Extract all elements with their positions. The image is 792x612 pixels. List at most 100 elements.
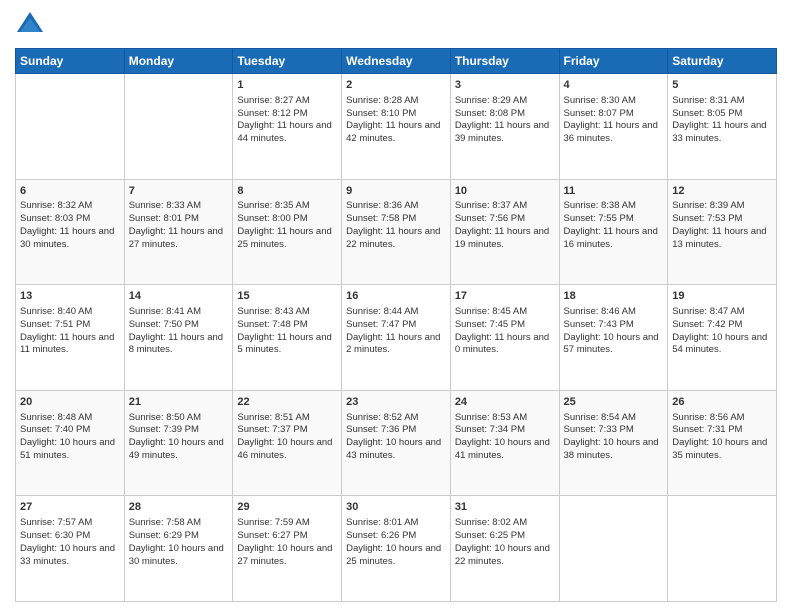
cal-cell: 11Sunrise: 8:38 AMSunset: 7:55 PMDayligh…	[559, 179, 668, 285]
sunrise: Sunrise: 8:39 AM	[672, 200, 744, 211]
sunset: Sunset: 7:56 PM	[455, 213, 525, 224]
cal-cell: 24Sunrise: 8:53 AMSunset: 7:34 PMDayligh…	[450, 390, 559, 496]
sunrise: Sunrise: 8:30 AM	[564, 95, 636, 106]
daylight: Daylight: 10 hours and 57 minutes.	[564, 332, 659, 356]
cal-cell: 16Sunrise: 8:44 AMSunset: 7:47 PMDayligh…	[342, 285, 451, 391]
day-number: 10	[455, 184, 555, 199]
sunset: Sunset: 7:36 PM	[346, 424, 416, 435]
sunrise: Sunrise: 8:40 AM	[20, 306, 92, 317]
sunset: Sunset: 8:05 PM	[672, 108, 742, 119]
page: SundayMondayTuesdayWednesdayThursdayFrid…	[0, 0, 792, 612]
sunset: Sunset: 7:34 PM	[455, 424, 525, 435]
sunrise: Sunrise: 8:32 AM	[20, 200, 92, 211]
day-number: 19	[672, 289, 772, 304]
cal-cell: 9Sunrise: 8:36 AMSunset: 7:58 PMDaylight…	[342, 179, 451, 285]
sunset: Sunset: 7:47 PM	[346, 319, 416, 330]
sunset: Sunset: 7:53 PM	[672, 213, 742, 224]
daylight: Daylight: 10 hours and 30 minutes.	[129, 543, 224, 567]
sunrise: Sunrise: 8:41 AM	[129, 306, 201, 317]
col-header-saturday: Saturday	[668, 49, 777, 74]
sunrise: Sunrise: 7:57 AM	[20, 517, 92, 528]
daylight: Daylight: 11 hours and 2 minutes.	[346, 332, 440, 356]
sunrise: Sunrise: 8:46 AM	[564, 306, 636, 317]
sunrise: Sunrise: 8:44 AM	[346, 306, 418, 317]
daylight: Daylight: 11 hours and 5 minutes.	[237, 332, 331, 356]
day-number: 5	[672, 78, 772, 93]
sunrise: Sunrise: 8:45 AM	[455, 306, 527, 317]
sunset: Sunset: 7:37 PM	[237, 424, 307, 435]
cal-cell: 28Sunrise: 7:58 AMSunset: 6:29 PMDayligh…	[124, 496, 233, 602]
col-header-monday: Monday	[124, 49, 233, 74]
day-number: 23	[346, 395, 446, 410]
sunrise: Sunrise: 8:37 AM	[455, 200, 527, 211]
cal-cell: 25Sunrise: 8:54 AMSunset: 7:33 PMDayligh…	[559, 390, 668, 496]
day-number: 20	[20, 395, 120, 410]
sunrise: Sunrise: 8:02 AM	[455, 517, 527, 528]
sunrise: Sunrise: 8:01 AM	[346, 517, 418, 528]
cal-cell: 29Sunrise: 7:59 AMSunset: 6:27 PMDayligh…	[233, 496, 342, 602]
cal-cell	[124, 74, 233, 180]
daylight: Daylight: 11 hours and 42 minutes.	[346, 120, 440, 144]
day-number: 12	[672, 184, 772, 199]
sunset: Sunset: 7:39 PM	[129, 424, 199, 435]
sunrise: Sunrise: 7:58 AM	[129, 517, 201, 528]
sunrise: Sunrise: 8:38 AM	[564, 200, 636, 211]
cal-cell: 1Sunrise: 8:27 AMSunset: 8:12 PMDaylight…	[233, 74, 342, 180]
sunrise: Sunrise: 8:53 AM	[455, 412, 527, 423]
header	[15, 10, 777, 40]
daylight: Daylight: 10 hours and 35 minutes.	[672, 437, 767, 461]
sunset: Sunset: 8:03 PM	[20, 213, 90, 224]
daylight: Daylight: 10 hours and 41 minutes.	[455, 437, 550, 461]
day-number: 28	[129, 500, 229, 515]
cal-cell	[668, 496, 777, 602]
cal-cell: 2Sunrise: 8:28 AMSunset: 8:10 PMDaylight…	[342, 74, 451, 180]
sunrise: Sunrise: 8:27 AM	[237, 95, 309, 106]
sunrise: Sunrise: 8:31 AM	[672, 95, 744, 106]
sunset: Sunset: 6:30 PM	[20, 530, 90, 541]
daylight: Daylight: 10 hours and 54 minutes.	[672, 332, 767, 356]
sunrise: Sunrise: 8:48 AM	[20, 412, 92, 423]
day-number: 1	[237, 78, 337, 93]
sunset: Sunset: 7:58 PM	[346, 213, 416, 224]
sunset: Sunset: 8:10 PM	[346, 108, 416, 119]
cal-cell: 12Sunrise: 8:39 AMSunset: 7:53 PMDayligh…	[668, 179, 777, 285]
daylight: Daylight: 11 hours and 0 minutes.	[455, 332, 549, 356]
daylight: Daylight: 11 hours and 16 minutes.	[564, 226, 658, 250]
sunrise: Sunrise: 8:43 AM	[237, 306, 309, 317]
day-number: 21	[129, 395, 229, 410]
col-header-friday: Friday	[559, 49, 668, 74]
day-number: 22	[237, 395, 337, 410]
cal-cell: 20Sunrise: 8:48 AMSunset: 7:40 PMDayligh…	[16, 390, 125, 496]
cal-cell: 22Sunrise: 8:51 AMSunset: 7:37 PMDayligh…	[233, 390, 342, 496]
logo	[15, 10, 47, 40]
cal-cell: 27Sunrise: 7:57 AMSunset: 6:30 PMDayligh…	[16, 496, 125, 602]
sunset: Sunset: 8:01 PM	[129, 213, 199, 224]
daylight: Daylight: 11 hours and 44 minutes.	[237, 120, 331, 144]
sunset: Sunset: 8:08 PM	[455, 108, 525, 119]
day-number: 26	[672, 395, 772, 410]
cal-cell: 10Sunrise: 8:37 AMSunset: 7:56 PMDayligh…	[450, 179, 559, 285]
daylight: Daylight: 10 hours and 22 minutes.	[455, 543, 550, 567]
daylight: Daylight: 10 hours and 33 minutes.	[20, 543, 115, 567]
col-header-tuesday: Tuesday	[233, 49, 342, 74]
cal-cell: 26Sunrise: 8:56 AMSunset: 7:31 PMDayligh…	[668, 390, 777, 496]
cal-cell	[16, 74, 125, 180]
day-number: 17	[455, 289, 555, 304]
logo-icon	[15, 10, 45, 40]
day-number: 8	[237, 184, 337, 199]
daylight: Daylight: 10 hours and 46 minutes.	[237, 437, 332, 461]
sunset: Sunset: 7:43 PM	[564, 319, 634, 330]
daylight: Daylight: 10 hours and 25 minutes.	[346, 543, 441, 567]
daylight: Daylight: 11 hours and 8 minutes.	[129, 332, 223, 356]
day-number: 29	[237, 500, 337, 515]
cal-cell: 13Sunrise: 8:40 AMSunset: 7:51 PMDayligh…	[16, 285, 125, 391]
cal-cell: 21Sunrise: 8:50 AMSunset: 7:39 PMDayligh…	[124, 390, 233, 496]
sunrise: Sunrise: 8:47 AM	[672, 306, 744, 317]
cal-cell: 14Sunrise: 8:41 AMSunset: 7:50 PMDayligh…	[124, 285, 233, 391]
cal-cell: 6Sunrise: 8:32 AMSunset: 8:03 PMDaylight…	[16, 179, 125, 285]
cal-cell: 8Sunrise: 8:35 AMSunset: 8:00 PMDaylight…	[233, 179, 342, 285]
day-number: 13	[20, 289, 120, 304]
col-header-thursday: Thursday	[450, 49, 559, 74]
day-number: 15	[237, 289, 337, 304]
sunrise: Sunrise: 8:56 AM	[672, 412, 744, 423]
